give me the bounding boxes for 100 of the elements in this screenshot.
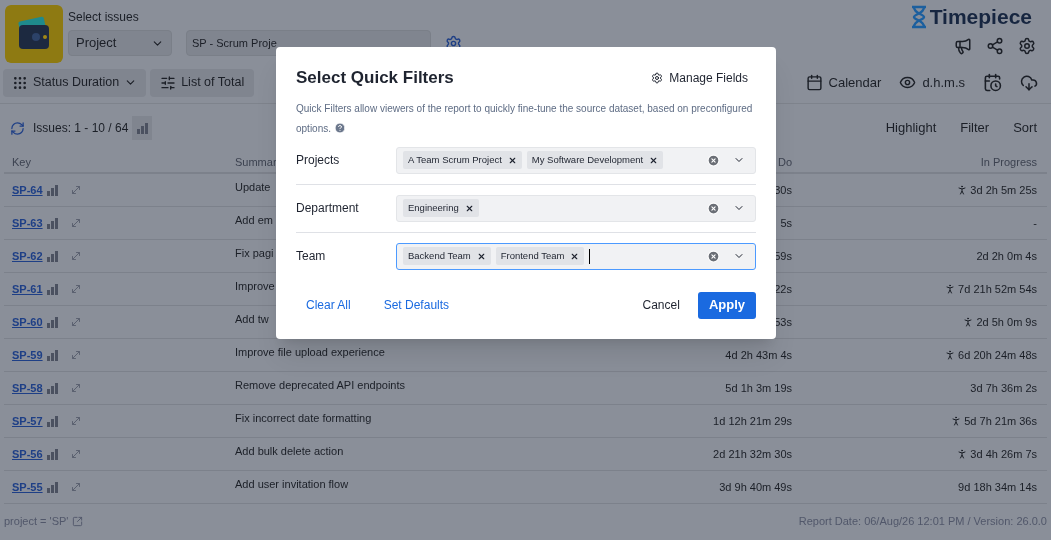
cloud-download-icon[interactable] [1020,73,1038,92]
filter-label: Team [296,248,327,265]
manage-fields-button[interactable]: Manage Fields [651,68,748,87]
clear-icon[interactable] [707,201,720,215]
share-icon[interactable] [986,37,1004,55]
filter-tag: Backend Team [403,247,491,265]
filter-label: Department [296,200,360,217]
select-issues-label: Select issues [68,10,140,24]
apply-button[interactable]: Apply [697,291,756,319]
dialog-description: Quick Filters allow viewers of the report to quickly fine-tune the source dataset, based on preconfigured options. [296,101,754,136]
to-do-duration: 4d 2h 43m 4s [725,347,793,363]
issue-key-link[interactable]: SP-61 [12,280,43,298]
filter-multi-select[interactable]: Engineering [396,194,756,222]
toolbar-action[interactable]: Sort [1013,118,1037,138]
issue-summary: Remove deprecated API endpoints [235,377,405,393]
filter-tag: A Team Scrum Project [403,151,522,169]
settings-icon[interactable] [1018,37,1036,55]
expand-icon[interactable] [69,184,82,196]
bar-chart-icon [46,349,58,361]
column-header: Do [777,154,793,170]
issue-summary: Improve file upload experience [235,344,385,360]
sliders-icon [160,74,177,91]
expand-icon[interactable] [69,448,82,460]
settings-icon [651,71,664,84]
brand-name: Timepiece [929,5,1032,29]
scope-select[interactable]: Project [68,30,172,56]
hourglass-logo-icon [909,5,928,29]
issue-summary: Add tw [235,311,269,327]
issue-key-link[interactable]: SP-62 [12,247,43,265]
issues-count: Issues: 1 - 10 / 64 [33,120,129,137]
bar-chart-icon [46,415,58,427]
list-of-total-button[interactable]: List of Total [150,68,255,97]
in-progress-duration: 7d 21h 52m 54s [958,281,1037,297]
expand-icon[interactable] [69,349,82,361]
toolbar-action[interactable]: Highlight [885,118,937,138]
remove-tag-icon[interactable] [570,251,580,261]
to-do-duration: 2d 21h 32m 30s [713,446,793,462]
issue-summary: Improve [235,278,275,294]
in-progress-duration: 3d 7h 36m 2s [970,380,1037,396]
chart-toggle-button[interactable] [132,116,153,140]
issue-summary: Add em [235,212,273,228]
column-header: Summar [235,154,277,170]
wallet-logo-icon [5,5,63,63]
issue-key-link[interactable]: SP-60 [12,313,43,331]
refresh-icon[interactable] [10,120,25,136]
grid-dots-icon [12,74,28,91]
expand-icon[interactable] [69,382,82,394]
issue-key-link[interactable]: SP-55 [12,478,43,496]
expand-icon[interactable] [69,217,82,229]
issue-summary: Add user invitation flow [235,476,349,492]
issue-key-link[interactable]: SP-56 [12,445,43,463]
in-progress-duration: 9d 18h 34m 14s [958,479,1037,495]
expand-icon[interactable] [69,481,82,493]
issue-key-link[interactable]: SP-58 [12,379,43,397]
cancel-button[interactable]: Cancel [642,296,680,314]
megaphone-icon[interactable] [954,37,972,55]
issue-key-link[interactable]: SP-57 [12,412,43,430]
issue-key-link[interactable]: SP-63 [12,214,43,232]
issue-summary: Fix pagi [235,245,274,261]
issue-summary: Add bulk delete action [235,443,344,459]
filter-multi-select[interactable]: A Team Scrum Project My Software Development [396,146,756,174]
expand-icon[interactable] [69,415,82,427]
toolbar-action[interactable]: Filter [960,118,990,138]
column-header: In Progress [980,154,1038,170]
calendar-alert-icon[interactable] [983,73,1002,92]
remove-tag-icon[interactable] [507,155,517,165]
status-duration-dropdown[interactable]: Status Duration [3,68,147,97]
to-do-duration: 1d 12h 21m 29s [713,413,793,429]
issue-summary: Update [235,179,271,195]
remove-tag-icon[interactable] [649,155,659,165]
external-link-icon[interactable] [72,515,84,527]
in-progress-duration: 3d 4h 26m 7s [970,446,1037,462]
expand-icon[interactable] [69,316,82,328]
bar-chart-icon [46,250,58,262]
footer-link[interactable]: Clear All [306,296,351,314]
help-icon[interactable] [333,121,346,134]
issue-key-link[interactable]: SP-64 [12,181,43,199]
in-progress-duration: 2d 2h 0m 4s [976,248,1037,264]
dialog-title: Select Quick Filters [296,67,454,89]
time-format-button[interactable]: d.h.m.s [899,72,965,93]
filter-multi-select[interactable]: Backend Team Frontend Team [396,242,756,270]
issue-key-link[interactable]: SP-59 [12,346,43,364]
clear-icon[interactable] [707,249,720,263]
filter-label: Projects [296,152,341,169]
expand-icon[interactable] [69,250,82,262]
clear-icon[interactable] [707,153,720,167]
bar-chart-icon [46,448,58,460]
remove-tag-icon[interactable] [464,203,474,213]
expand-icon[interactable] [69,283,82,295]
remove-tag-icon[interactable] [476,251,486,261]
calendar-button[interactable]: Calendar [805,72,882,93]
bar-chart-icon [136,122,148,134]
to-do-duration: 3d 9h 40m 49s [719,479,793,495]
bar-chart-icon [46,382,58,394]
column-header: Key [11,154,31,170]
to-do-duration: 5d 1h 3m 19s [725,380,793,396]
to-do-duration: 5s [780,215,793,231]
in-progress-duration: 5d 7h 21m 36s [964,413,1037,429]
footer-link[interactable]: Set Defaults [383,296,450,314]
eye-icon [899,74,917,91]
